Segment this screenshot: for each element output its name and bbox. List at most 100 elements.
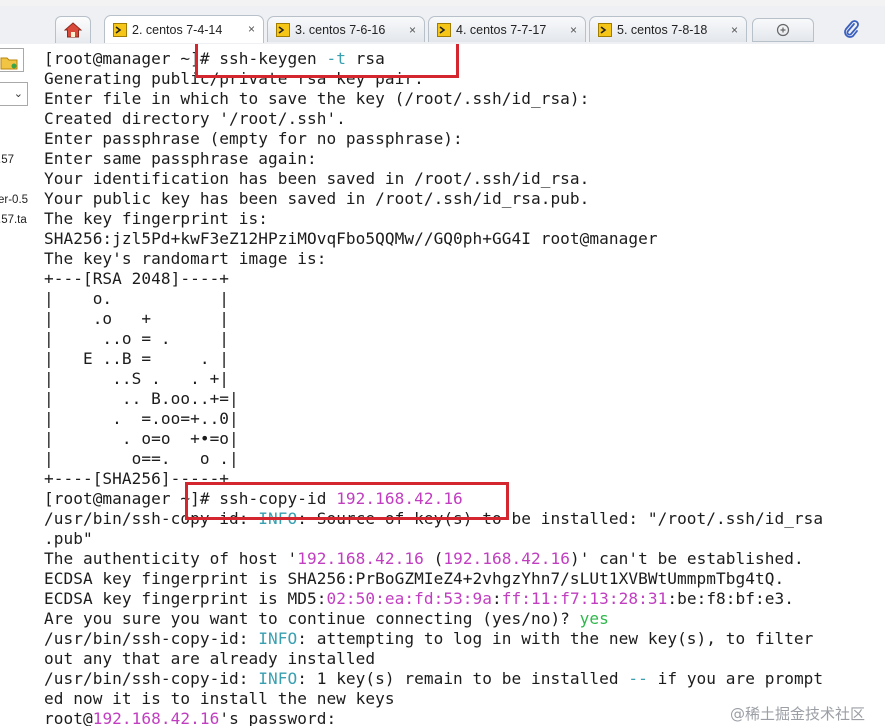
terminal-line: .pub"	[44, 529, 823, 549]
terminal-line: Are you sure you want to continue connec…	[44, 609, 823, 629]
terminal-text: Your public key has been saved in /root/…	[44, 189, 590, 208]
terminal-text: | .. B.oo..+=|	[44, 389, 239, 408]
terminal-text: The key's randomart image is:	[44, 249, 327, 268]
terminal-text: | ..S . . +|	[44, 369, 230, 388]
terminal-text: INFO	[258, 669, 298, 688]
terminal-line: SHA256:jzl5Pd+kwF3eZ12HPziMOvqFbo5QQMw//…	[44, 229, 823, 249]
tab-centos-7-17[interactable]: 4. centos 7-7-17 ×	[428, 16, 586, 42]
tab-label: 3. centos 7-6-16	[295, 22, 386, 37]
folder-icon[interactable]	[0, 56, 18, 70]
terminal-text: Enter same passphrase again:	[44, 149, 317, 168]
terminal-tab-icon	[437, 22, 451, 37]
sidebar: ⌄ .57 er-0.5 .57.ta	[0, 44, 38, 726]
terminal-tab-icon	[113, 22, 127, 37]
terminal-line: /usr/bin/ssh-copy-id: INFO: 1 key(s) rem…	[44, 669, 823, 689]
terminal-line: out any that are already installed	[44, 649, 823, 669]
terminal-text: Created directory '/root/.ssh'.	[44, 109, 346, 128]
terminal-text: 192.168.42.16	[92, 709, 220, 726]
terminal-text: )' can't be established.	[569, 549, 804, 568]
terminal-line: The authenticity of host '192.168.42.16 …	[44, 549, 823, 569]
sidebar-file-item[interactable]: .57.ta	[0, 214, 27, 226]
terminal-text: ECDSA key fingerprint is SHA256:PrBoGZMI…	[44, 569, 785, 588]
terminal-line: The key's randomart image is:	[44, 249, 823, 269]
terminal-text: 192.168.42.16	[443, 549, 570, 568]
terminal-text: The key fingerprint is:	[44, 209, 269, 228]
chevron-down-icon: ⌄	[13, 87, 23, 100]
terminal-pane[interactable]: [root@manager ~]# ssh-keygen -t rsa Gener…	[37, 44, 885, 726]
terminal-text: | . o=o +•=o|	[44, 429, 239, 448]
terminal-text: .pub"	[44, 529, 93, 548]
paperclip-icon	[844, 20, 859, 38]
terminal-text: --	[628, 669, 648, 688]
terminal-text: +---[RSA 2048]----+	[44, 269, 230, 288]
terminal-text: | o. |	[44, 289, 230, 308]
home-icon	[64, 22, 82, 38]
terminal-text: INFO	[258, 629, 298, 648]
tab-label: 4. centos 7-7-17	[456, 22, 547, 37]
new-tab-button[interactable]	[752, 18, 814, 42]
terminal-line: Your public key has been saved in /root/…	[44, 189, 823, 209]
terminal-text: SHA256:jzl5Pd+kwF3eZ12HPziMOvqFbo5QQMw//…	[44, 229, 658, 248]
sidebar-file-item[interactable]: er-0.5	[0, 194, 28, 206]
terminal-line: Created directory '/root/.ssh'.	[44, 109, 823, 129]
terminal-text: The authenticity of host '	[44, 549, 298, 568]
terminal-text: | o==. o .|	[44, 449, 239, 468]
terminal-text: out any that are already installed	[44, 649, 376, 668]
terminal-tab-icon	[276, 22, 290, 37]
terminal-line: Enter file in which to save the key (/ro…	[44, 89, 823, 109]
terminal-line: /usr/bin/ssh-copy-id: INFO: attempting t…	[44, 629, 823, 649]
tab-close-button[interactable]: ×	[570, 23, 577, 37]
terminal-text: : 1 key(s) remain to be installed	[297, 669, 629, 688]
terminal-output: [root@manager ~]# ssh-keygen -t rsa Gener…	[44, 49, 823, 726]
terminal-text: root@	[44, 709, 93, 726]
tab-close-button[interactable]: ×	[248, 22, 255, 36]
terminal-text: Enter passphrase (empty for no passphras…	[44, 129, 463, 148]
sidebar-file-item[interactable]: .57	[0, 154, 14, 166]
tab-close-button[interactable]: ×	[731, 23, 738, 37]
terminal-line: ed now it is to install the new keys	[44, 689, 823, 709]
terminal-text: :be:f8:bf:e3.	[667, 589, 794, 608]
terminal-line: | ..o = . |	[44, 329, 823, 349]
terminal-text: Enter file in which to save the key (/ro…	[44, 89, 590, 108]
terminal-text: | E ..B = . |	[44, 349, 230, 368]
sidebar-dropdown[interactable]: ⌄	[0, 82, 28, 106]
watermark: @稀土掘金技术社区	[729, 705, 865, 723]
terminal-line: | . o=o +•=o|	[44, 429, 823, 449]
terminal-text: 's password:	[219, 709, 337, 726]
terminal-text: : attempting to log in with the new key(…	[297, 629, 814, 648]
terminal-text: yes	[579, 609, 609, 628]
terminal-line: +---[RSA 2048]----+	[44, 269, 823, 289]
terminal-line: ECDSA key fingerprint is MD5:02:50:ea:fd…	[44, 589, 823, 609]
terminal-text: | ..o = . |	[44, 329, 230, 348]
terminal-line: root@192.168.42.16's password:	[44, 709, 823, 726]
tab-label: 2. centos 7-4-14	[132, 22, 223, 37]
terminal-line: ECDSA key fingerprint is SHA256:PrBoGZMI…	[44, 569, 823, 589]
terminal-line: The key fingerprint is:	[44, 209, 823, 229]
tab-label: 5. centos 7-8-18	[617, 22, 708, 37]
terminal-text: ed now it is to install the new keys	[44, 689, 395, 708]
terminal-line: | .o + |	[44, 309, 823, 329]
tab-centos-4-14[interactable]: 2. centos 7-4-14 ×	[104, 15, 264, 43]
terminal-text: ff:11:f7:13:28:31	[501, 589, 668, 608]
terminal-text: 192.168.42.16	[297, 549, 424, 568]
terminal-line: | o. |	[44, 289, 823, 309]
highlight-box-ssh-keygen	[195, 44, 459, 78]
terminal-text: (	[423, 549, 444, 568]
terminal-text: /usr/bin/ssh-copy-id:	[44, 629, 259, 648]
tab-centos-8-18[interactable]: 5. centos 7-8-18 ×	[589, 16, 747, 42]
tab-centos-6-16[interactable]: 3. centos 7-6-16 ×	[267, 16, 425, 42]
tab-close-button[interactable]: ×	[409, 23, 416, 37]
terminal-line: Enter passphrase (empty for no passphras…	[44, 129, 823, 149]
new-tab-icon	[776, 23, 790, 37]
terminal-line: | .. B.oo..+=|	[44, 389, 823, 409]
attach-button[interactable]	[838, 18, 864, 40]
terminal-text: | . =.oo=+..0|	[44, 409, 239, 428]
terminal-line: | o==. o .|	[44, 449, 823, 469]
terminal-line: Your identification has been saved in /r…	[44, 169, 823, 189]
terminal-text: Your identification has been saved in /r…	[44, 169, 590, 188]
terminal-text: | .o + |	[44, 309, 230, 328]
terminal-line: Enter same passphrase again:	[44, 149, 823, 169]
terminal-text: ECDSA key fingerprint is MD5:	[44, 589, 327, 608]
home-button[interactable]	[55, 16, 91, 43]
terminal-text: /usr/bin/ssh-copy-id:	[44, 669, 259, 688]
